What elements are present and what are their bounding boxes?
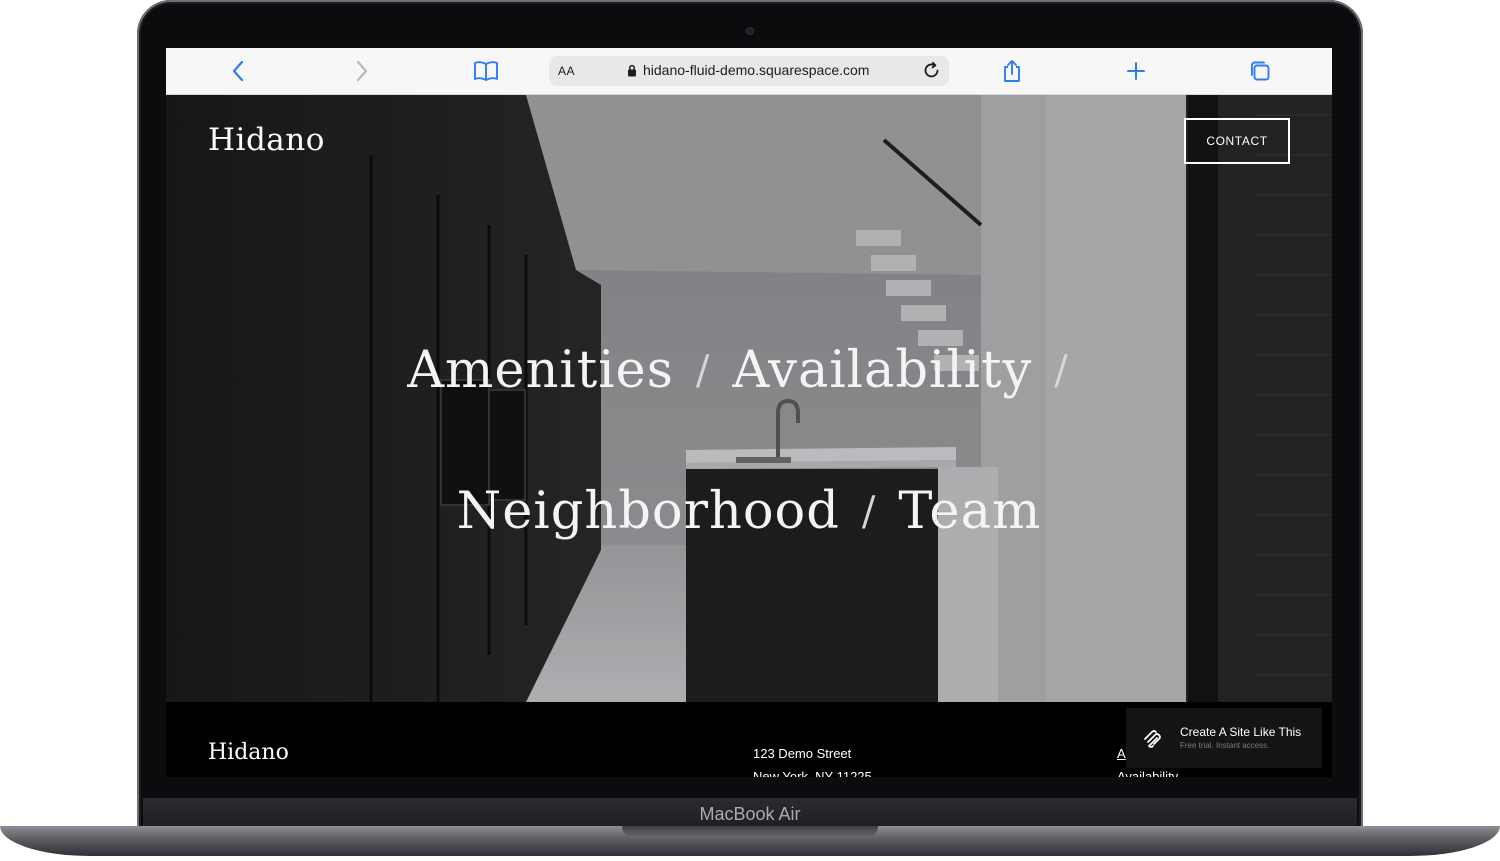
- browser-toolbar: AA hidano-fluid-demo.squarespace.com: [166, 48, 1332, 95]
- hero-section: Hidano CONTACT Amenities / Availability / N…: [166, 95, 1332, 702]
- laptop-hinge-notch: [622, 826, 878, 838]
- reload-button[interactable]: [922, 61, 941, 85]
- chevron-right-icon: [356, 60, 368, 82]
- book-icon: [474, 61, 498, 81]
- text-size-button[interactable]: AA: [558, 64, 575, 78]
- url-field[interactable]: hidano-fluid-demo.squarespace.com: [627, 62, 869, 78]
- address-line-2: New York, NY 11225: [753, 769, 872, 777]
- create-site-badge[interactable]: Create A Site Like This Free trial. Inst…: [1126, 708, 1322, 768]
- hero-nav-row-2: Neighborhood / Team: [166, 441, 1332, 582]
- tabs-button[interactable]: [1246, 58, 1274, 84]
- lock-icon: [628, 64, 636, 76]
- share-icon: [1004, 60, 1020, 82]
- screen: AA hidano-fluid-demo.squarespace.com Hid…: [166, 48, 1332, 777]
- badge-title: Create A Site Like This: [1180, 725, 1302, 739]
- nav-link-team[interactable]: Team: [898, 482, 1041, 541]
- nav-link-amenities[interactable]: Amenities: [407, 341, 674, 400]
- hero-navigation: Amenities / Availability / Neighborhood / Tea…: [166, 315, 1332, 582]
- reload-icon: [924, 61, 939, 78]
- contact-button[interactable]: CONTACT: [1184, 118, 1290, 164]
- url-text: hidano-fluid-demo.squarespace.com: [643, 62, 870, 78]
- footer-address: 123 Demo Street New York, NY 11225: [753, 742, 872, 777]
- nav-link-neighborhood[interactable]: Neighborhood: [457, 482, 840, 541]
- address-bar[interactable]: AA hidano-fluid-demo.squarespace.com: [549, 56, 949, 86]
- chevron-left-icon: [232, 60, 244, 82]
- footer-brand[interactable]: Hidano: [208, 740, 289, 765]
- plus-icon: [1127, 62, 1145, 80]
- site-brand-logo[interactable]: Hidano: [208, 122, 325, 158]
- hero-nav-row-1: Amenities / Availability /: [166, 300, 1332, 441]
- squarespace-logo-icon: [1144, 730, 1161, 748]
- new-tab-button[interactable]: [1122, 58, 1150, 84]
- address-line-1: 123 Demo Street: [753, 746, 852, 761]
- nav-link-availability[interactable]: Availability: [732, 341, 1032, 400]
- nav-separator: /: [695, 348, 711, 394]
- back-button[interactable]: [224, 58, 252, 84]
- bookmarks-button[interactable]: [472, 58, 500, 84]
- nav-separator: /: [1054, 348, 1069, 394]
- badge-subtitle: Free trial. Instant access.: [1180, 741, 1270, 750]
- tabs-icon: [1251, 61, 1270, 81]
- share-button[interactable]: [998, 58, 1026, 84]
- nav-separator: /: [861, 489, 877, 535]
- camera-icon: [746, 27, 754, 35]
- forward-button[interactable]: [348, 58, 376, 84]
